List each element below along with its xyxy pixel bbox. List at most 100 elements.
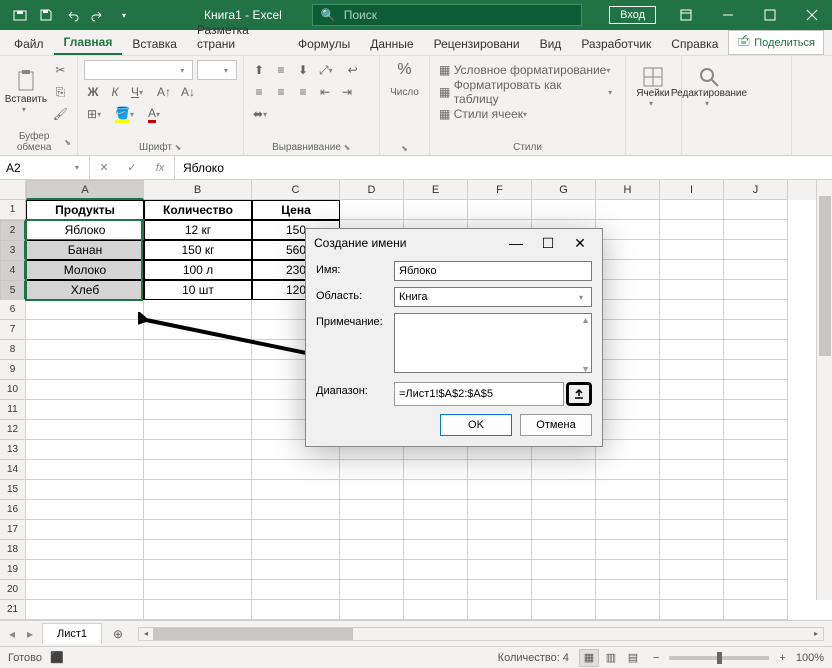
cell[interactable] (340, 480, 404, 500)
cell[interactable] (660, 380, 724, 400)
cell[interactable]: 12 кг (144, 220, 252, 240)
row-header[interactable]: 2 (0, 220, 26, 240)
conditional-formatting-button[interactable]: ▦ Условное форматирование▾ (436, 60, 619, 80)
font-family-select[interactable]: ▾ (84, 60, 193, 80)
cell[interactable] (252, 560, 340, 580)
cell[interactable] (144, 500, 252, 520)
cell[interactable] (404, 540, 468, 560)
cell[interactable] (724, 380, 788, 400)
col-header-H[interactable]: H (596, 180, 660, 200)
cell[interactable] (340, 460, 404, 480)
name-input[interactable] (394, 261, 592, 281)
cell[interactable] (724, 320, 788, 340)
cell[interactable] (468, 200, 532, 220)
cell[interactable] (144, 480, 252, 500)
col-header-C[interactable]: C (252, 180, 340, 200)
save-icon[interactable] (34, 3, 58, 27)
scope-select[interactable]: Книга▾ (394, 287, 592, 307)
cell[interactable] (724, 200, 788, 220)
qat-customize-icon[interactable]: ▾ (112, 3, 136, 27)
cell[interactable] (660, 360, 724, 380)
dialog-help-icon[interactable]: — (502, 231, 530, 255)
row-header[interactable]: 16 (0, 500, 26, 520)
cell[interactable] (660, 400, 724, 420)
row-header[interactable]: 11 (0, 400, 26, 420)
tab-review[interactable]: Рецензировани (424, 33, 530, 55)
cell[interactable] (26, 540, 144, 560)
cell[interactable] (596, 220, 660, 240)
cell[interactable] (596, 280, 660, 300)
cell[interactable] (340, 560, 404, 580)
tab-view[interactable]: Вид (530, 33, 572, 55)
cell[interactable] (26, 600, 144, 620)
cell[interactable] (532, 600, 596, 620)
cell[interactable] (144, 460, 252, 480)
normal-view-icon[interactable]: ▦ (579, 649, 599, 667)
cell[interactable] (724, 560, 788, 580)
cell[interactable] (660, 320, 724, 340)
row-header[interactable]: 14 (0, 460, 26, 480)
cell[interactable] (26, 520, 144, 540)
clipboard-launcher-icon[interactable]: ⬊ (64, 138, 71, 147)
cell[interactable] (252, 500, 340, 520)
cell[interactable] (340, 520, 404, 540)
page-layout-view-icon[interactable]: ▥ (601, 649, 621, 667)
orientation-icon[interactable]: ⤢▾ (316, 60, 340, 80)
row-header[interactable]: 19 (0, 560, 26, 580)
cell[interactable] (252, 480, 340, 500)
cell[interactable] (724, 300, 788, 320)
cell[interactable] (596, 540, 660, 560)
cell[interactable] (596, 600, 660, 620)
cell[interactable] (26, 460, 144, 480)
cell[interactable] (532, 460, 596, 480)
cell[interactable] (660, 480, 724, 500)
cell[interactable] (144, 340, 252, 360)
copy-icon[interactable]: ⎘ (50, 82, 71, 102)
col-header-E[interactable]: E (404, 180, 468, 200)
share-button[interactable]: 🖆Поделиться (728, 30, 824, 55)
row-header[interactable]: 15 (0, 480, 26, 500)
editing-button[interactable]: Редактирование▾ (688, 60, 730, 114)
cell[interactable] (532, 200, 596, 220)
cell[interactable] (724, 540, 788, 560)
cell[interactable] (660, 420, 724, 440)
cell[interactable] (340, 540, 404, 560)
row-header[interactable]: 3 (0, 240, 26, 260)
close-icon[interactable] (792, 0, 832, 30)
zoom-level[interactable]: 100% (796, 652, 824, 664)
tab-developer[interactable]: Разработчик (571, 33, 661, 55)
comment-textarea[interactable] (394, 313, 592, 373)
cell[interactable] (252, 580, 340, 600)
cell[interactable] (660, 600, 724, 620)
tab-data[interactable]: Данные (360, 33, 423, 55)
row-header[interactable]: 7 (0, 320, 26, 340)
cell[interactable]: Продукты (26, 200, 144, 220)
cell[interactable] (144, 420, 252, 440)
row-header[interactable]: 18 (0, 540, 26, 560)
cell[interactable] (144, 600, 252, 620)
cell[interactable]: Банан (26, 240, 144, 260)
fill-color-icon[interactable]: 🪣▾ (112, 104, 141, 124)
cell[interactable] (596, 260, 660, 280)
cell[interactable] (660, 500, 724, 520)
cell[interactable] (26, 480, 144, 500)
scroll-up-icon[interactable]: ▲ (581, 315, 590, 325)
redo-icon[interactable] (86, 3, 110, 27)
cell[interactable] (252, 460, 340, 480)
cell[interactable] (26, 320, 144, 340)
align-middle-icon[interactable]: ≡ (272, 60, 290, 80)
cell[interactable] (468, 520, 532, 540)
cell[interactable] (660, 220, 724, 240)
row-header[interactable]: 13 (0, 440, 26, 460)
cell[interactable] (404, 580, 468, 600)
cell[interactable] (144, 400, 252, 420)
ribbon-options-icon[interactable] (666, 0, 706, 30)
bold-icon[interactable]: Ж (84, 82, 102, 102)
cell[interactable] (596, 360, 660, 380)
row-header[interactable]: 1 (0, 200, 26, 220)
cell[interactable] (724, 460, 788, 480)
row-header[interactable]: 9 (0, 360, 26, 380)
cell[interactable] (468, 580, 532, 600)
row-header[interactable]: 6 (0, 300, 26, 320)
align-launcher-icon[interactable]: ⬊ (343, 143, 351, 152)
